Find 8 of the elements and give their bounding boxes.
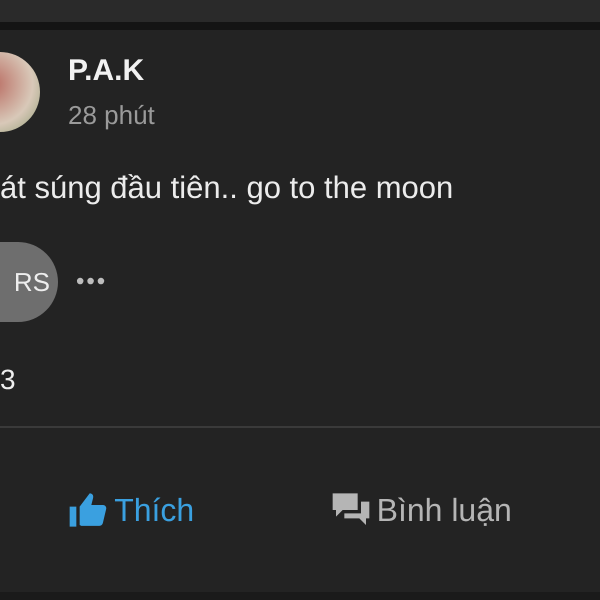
like-button[interactable]: Thích bbox=[68, 490, 194, 530]
post-time[interactable]: 28 phút bbox=[68, 100, 155, 130]
reaction-count: 3 bbox=[0, 364, 17, 396]
more-options[interactable]: ••• bbox=[76, 268, 108, 296]
author-name[interactable]: P.A.K bbox=[68, 54, 155, 88]
post-text: át súng đầu tiên.. go to the moon bbox=[0, 170, 454, 206]
comment-button[interactable]: Bình luận bbox=[330, 490, 512, 530]
initials-avatar[interactable]: RS bbox=[0, 242, 58, 322]
